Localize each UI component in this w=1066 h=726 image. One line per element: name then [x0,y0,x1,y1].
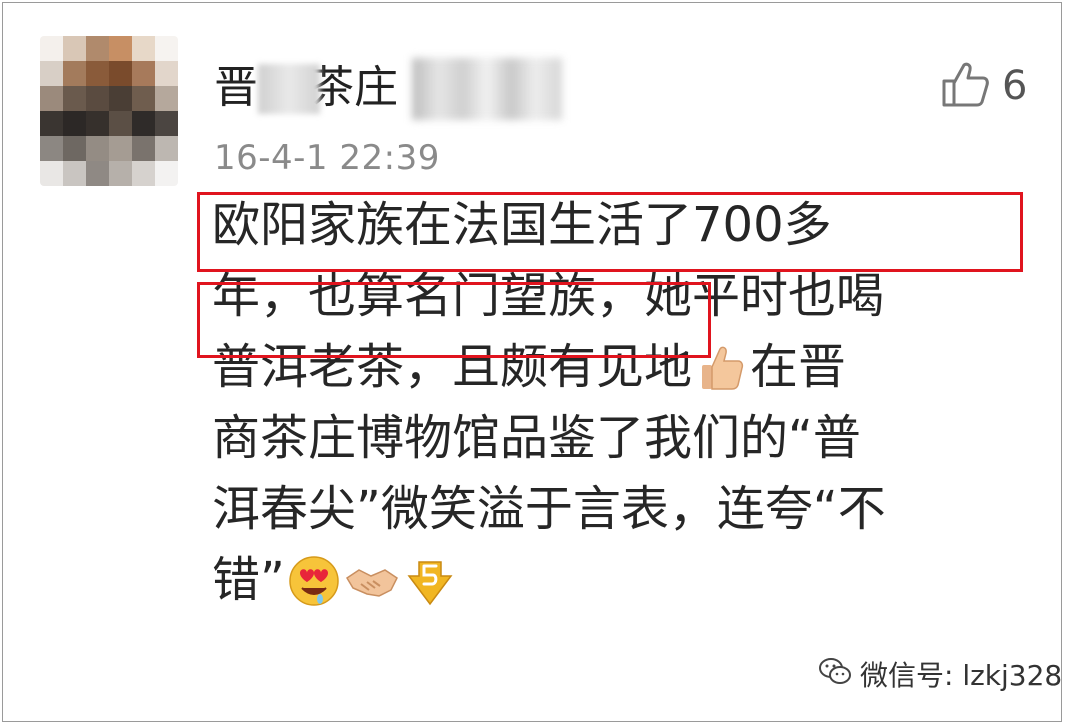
handshake-emoji-icon [345,554,399,608]
watermark-text: 微信号: lzkj328 [860,659,1063,692]
highlight-box [197,282,711,358]
comment-timestamp: 16-4-1 22:39 [214,138,440,178]
comment-line: 错” [212,545,1032,616]
username-part-2: 茶庄 [310,62,398,113]
redaction-blur [412,58,562,120]
username-part-1: 晋 [214,62,258,113]
like-count: 6 [1002,63,1028,109]
wechat-watermark: 微信号: lzkj328 [818,654,1062,694]
redaction-blur [258,64,320,114]
thumbs-up-outline-icon [940,59,990,113]
wechat-logo-icon [818,656,852,693]
avatar[interactable] [40,36,178,186]
heart-eyes-emoji-icon [287,554,341,608]
comment-line: 洱春尖”微笑溢于言表，连夸“不 [212,481,886,537]
like-button[interactable]: 6 [940,56,1027,116]
comment-line: 商茶庄博物馆品鉴了我们的“普 [212,410,861,466]
number-five-emoji-icon [403,554,457,608]
highlight-box [197,192,1023,272]
